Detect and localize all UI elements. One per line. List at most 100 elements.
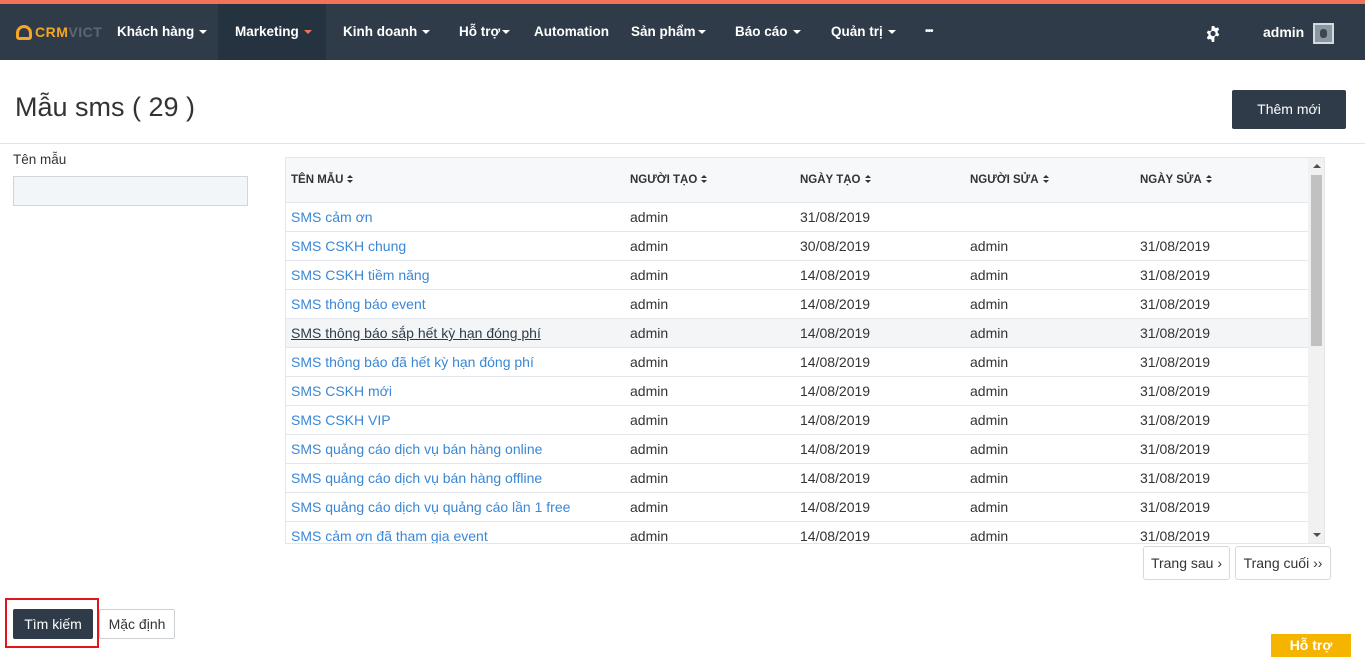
table-row[interactable]: SMS CSKH tiềm năng admin 14/08/2019 admin 31… [286,261,1308,290]
editor-cell: admin [970,412,1009,428]
creator-cell: admin [630,325,669,341]
column-header-edited-date[interactable]: NGÀY SỬA [1140,158,1213,203]
last-page-button[interactable]: Trang cuối ›› [1235,546,1331,580]
search-button[interactable]: Tìm kiếm [13,609,93,639]
edited-date-cell: 31/08/2019 [1140,412,1211,428]
creator-cell: admin [630,383,669,399]
scrollbar-thumb[interactable] [1311,175,1322,346]
template-name-link[interactable]: SMS CSKH VIP [291,406,391,435]
reset-default-button[interactable]: Mặc định [99,609,175,639]
creator-cell: admin [630,499,669,515]
scroll-up-arrow-icon[interactable] [1313,164,1321,168]
edited-date-cell: 31/08/2019 [1140,296,1211,312]
edited-date-cell: 31/08/2019 [1140,470,1211,486]
column-header-created-date[interactable]: NGÀY TẠO [800,158,872,203]
more-dots-icon: ••• [925,26,933,37]
template-name-link[interactable]: SMS quảng cáo dịch vụ quảng cáo lần 1 fr… [291,493,570,522]
table-row[interactable]: SMS CSKH chung admin 30/08/2019 admin 31/08/… [286,232,1308,261]
edited-date-cell: 31/08/2019 [1140,325,1211,341]
created-date-cell: 31/08/2019 [800,209,871,225]
column-header-label: TÊN MẪU [291,174,344,186]
creator-cell: admin [630,267,669,283]
column-header-name[interactable]: TÊN MẪU [291,158,354,203]
editor-cell: admin [970,441,1009,457]
nav-more-button[interactable]: ••• [925,4,933,60]
column-header-label: NGƯỜI TẠO [630,174,698,186]
top-navbar: CRM VICT Khách hàng Marketing Kinh doanh… [0,4,1365,60]
column-header-editor[interactable]: NGƯỜI SỬA [970,158,1050,203]
gear-icon[interactable] [1205,26,1221,42]
caret-down-icon [887,30,896,35]
editor-cell: admin [970,383,1009,399]
column-header-label: NGÀY SỬA [1140,174,1202,186]
nav-item-kinh-doanh[interactable]: Kinh doanh [343,4,431,60]
nav-item-label: Báo cáo [735,24,788,39]
nav-item-bao-cao[interactable]: Báo cáo [735,4,801,60]
caret-down-icon [792,30,801,35]
nav-item-label: Automation [534,24,609,39]
logo-text-crm: CRM [35,24,69,40]
template-name-link[interactable]: SMS quảng cáo dịch vụ bán hàng offline [291,464,542,493]
user-name[interactable]: admin [1263,4,1304,60]
edited-date-cell: 31/08/2019 [1140,354,1211,370]
creator-cell: admin [630,209,669,225]
nav-item-ho-tro[interactable]: Hỗ trợ [459,4,511,60]
caret-down-icon [502,30,511,35]
table-row[interactable]: SMS thông báo event admin 14/08/2019 admin 3… [286,290,1308,319]
nav-item-label: Khách hàng [117,24,195,39]
table-row[interactable]: SMS quảng cáo dịch vụ bán hàng online adm… [286,435,1308,464]
sort-icon [1042,175,1050,184]
table-row[interactable]: SMS thông báo đã hết kỳ hạn đóng phí admi… [286,348,1308,377]
created-date-cell: 14/08/2019 [800,267,871,283]
editor-cell: admin [970,499,1009,515]
template-name-input[interactable] [13,176,248,206]
nav-item-quan-tri[interactable]: Quản trị [831,4,896,60]
template-name-link[interactable]: SMS quảng cáo dịch vụ bán hàng online [291,435,542,464]
creator-cell: admin [630,441,669,457]
creator-cell: admin [630,412,669,428]
column-header-creator[interactable]: NGƯỜI TẠO [630,158,708,203]
template-name-link[interactable]: SMS thông báo event [291,290,426,319]
sort-icon [347,175,354,184]
scroll-down-arrow-icon[interactable] [1313,533,1321,537]
template-name-link[interactable]: SMS cảm ơn đã tham gia event [291,522,488,543]
sms-template-table: TÊN MẪU NGƯỜI TẠO NGÀY TẠO NGƯỜI SỬA NGÀ… [285,157,1325,544]
caret-down-icon [697,30,706,35]
support-tab[interactable]: Hỗ trợ [1271,634,1351,657]
creator-cell: admin [630,528,669,544]
template-name-link[interactable]: SMS CSKH tiềm năng [291,261,430,290]
template-name-link[interactable]: SMS cảm ơn [291,203,373,232]
nav-item-marketing[interactable]: Marketing [218,4,326,60]
column-header-label: NGƯỜI SỬA [970,174,1039,186]
table-row[interactable]: SMS CSKH VIP admin 14/08/2019 admin 31/08/20… [286,406,1308,435]
table-row[interactable]: SMS cảm ơn admin 31/08/2019 [286,203,1308,232]
table-row[interactable]: SMS cảm ơn đã tham gia event admin 14/08/2… [286,522,1308,544]
table-vertical-scrollbar[interactable] [1308,158,1324,543]
logo[interactable]: CRM VICT [16,23,102,41]
nav-item-khach-hang[interactable]: Khách hàng [117,4,208,60]
logo-text-vict: VICT [68,24,103,40]
template-name-link[interactable]: SMS thông báo đã hết kỳ hạn đóng phí [291,348,534,377]
table-row[interactable]: SMS quảng cáo dịch vụ quảng cáo lần 1 fr… [286,493,1308,522]
template-name-link[interactable]: SMS thông báo sắp hết kỳ hạn đóng phí [291,319,541,348]
table-row[interactable]: SMS thông báo sắp hết kỳ hạn đóng phí adm… [286,319,1308,348]
table-row[interactable]: SMS CSKH mới admin 14/08/2019 admin 31/08/20… [286,377,1308,406]
editor-cell: admin [970,354,1009,370]
created-date-cell: 14/08/2019 [800,296,871,312]
nav-item-san-pham[interactable]: Sản phẩm [631,4,706,60]
nav-item-automation[interactable]: Automation [534,4,609,60]
add-new-button[interactable]: Thêm mới [1232,90,1346,129]
next-page-button[interactable]: Trang sau › [1143,546,1230,580]
header-divider [0,143,1365,144]
created-date-cell: 30/08/2019 [800,238,871,254]
template-name-link[interactable]: SMS CSKH mới [291,377,392,406]
nav-item-label: Quản trị [831,24,883,39]
avatar[interactable] [1313,23,1334,44]
sort-icon [1205,175,1213,184]
editor-cell: admin [970,267,1009,283]
nav-item-label: Marketing [235,24,299,39]
table-row[interactable]: SMS quảng cáo dịch vụ bán hàng offline ad… [286,464,1308,493]
created-date-cell: 14/08/2019 [800,528,871,544]
edited-date-cell: 31/08/2019 [1140,383,1211,399]
template-name-link[interactable]: SMS CSKH chung [291,232,406,261]
